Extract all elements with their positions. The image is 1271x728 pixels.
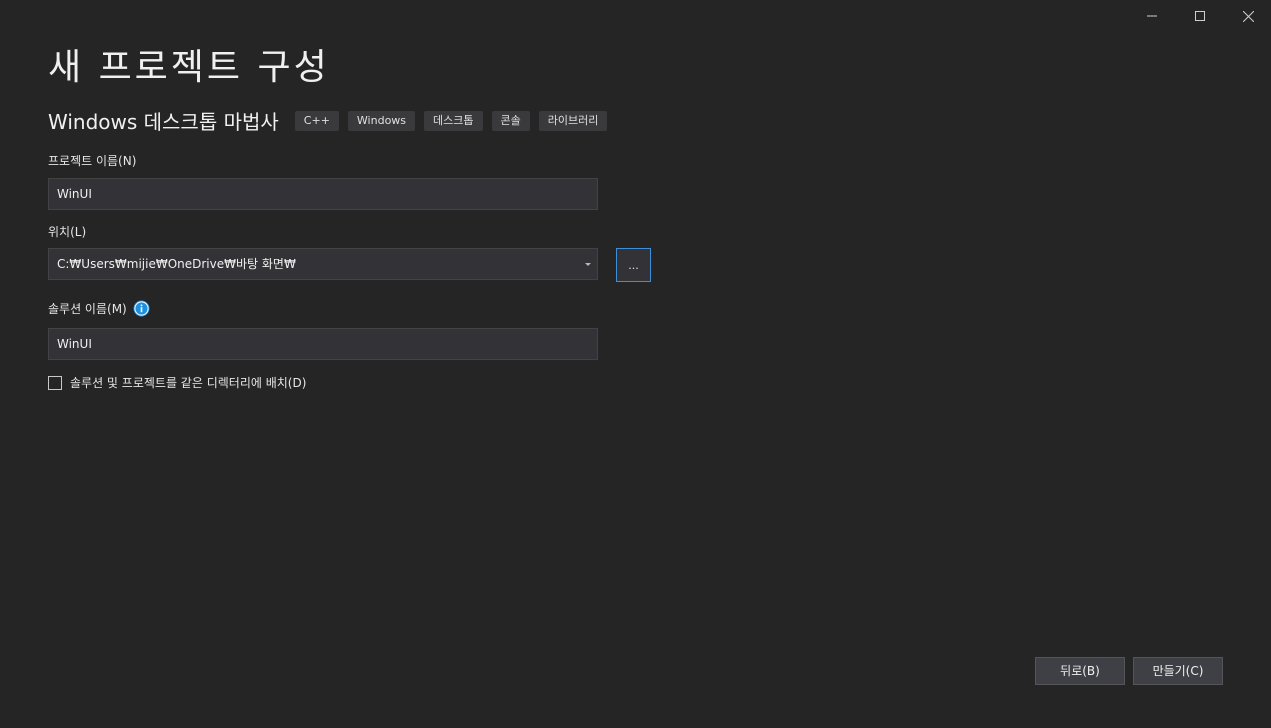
- minimize-icon: [1147, 15, 1157, 17]
- close-button[interactable]: [1225, 0, 1271, 32]
- back-button[interactable]: 뒤로(B): [1035, 657, 1125, 685]
- tag-console: 콘솔: [491, 110, 530, 131]
- project-name-input[interactable]: WinUI: [48, 178, 598, 210]
- project-name-label: 프로젝트 이름(N): [48, 154, 137, 168]
- location-combobox[interactable]: C:₩Users₩mijie₩OneDrive₩바탕 화면₩: [48, 248, 598, 280]
- minimize-button[interactable]: [1129, 0, 1175, 32]
- solution-name-label: 솔루션 이름(M): [48, 302, 127, 316]
- same-directory-checkbox[interactable]: [48, 375, 62, 390]
- template-name: Windows 데스크톱 마법사: [48, 110, 279, 134]
- configure-project-window: 새 프로젝트 구성 Windows 데스크톱 마법사 C++ Windows 데…: [0, 0, 1271, 728]
- page-title: 새 프로젝트 구성: [48, 47, 330, 88]
- maximize-button[interactable]: [1177, 0, 1223, 32]
- location-value: C:₩Users₩mijie₩OneDrive₩바탕 화면₩: [57, 257, 296, 271]
- close-icon: [1242, 10, 1254, 22]
- tag-windows: Windows: [347, 110, 416, 131]
- create-button[interactable]: 만들기(C): [1133, 657, 1223, 685]
- chevron-down-icon[interactable]: [585, 263, 591, 266]
- maximize-icon: [1195, 11, 1205, 21]
- tag-library: 라이브러리: [538, 110, 608, 131]
- template-header: Windows 데스크톱 마법사 C++ Windows 데스크톱 콘솔 라이브…: [48, 106, 616, 135]
- tag-cpp: C++: [294, 110, 339, 131]
- info-icon[interactable]: [133, 300, 150, 317]
- browse-button[interactable]: ...: [616, 248, 651, 282]
- location-label: 위치(L): [48, 225, 87, 239]
- tag-desktop: 데스크톱: [424, 110, 483, 131]
- same-directory-option[interactable]: 솔루션 및 프로젝트를 같은 디렉터리에 배치(D): [48, 374, 306, 391]
- solution-name-input[interactable]: WinUI: [48, 328, 598, 360]
- solution-name-label-row: 솔루션 이름(M): [48, 300, 150, 317]
- same-directory-label: 솔루션 및 프로젝트를 같은 디렉터리에 배치(D): [70, 376, 307, 390]
